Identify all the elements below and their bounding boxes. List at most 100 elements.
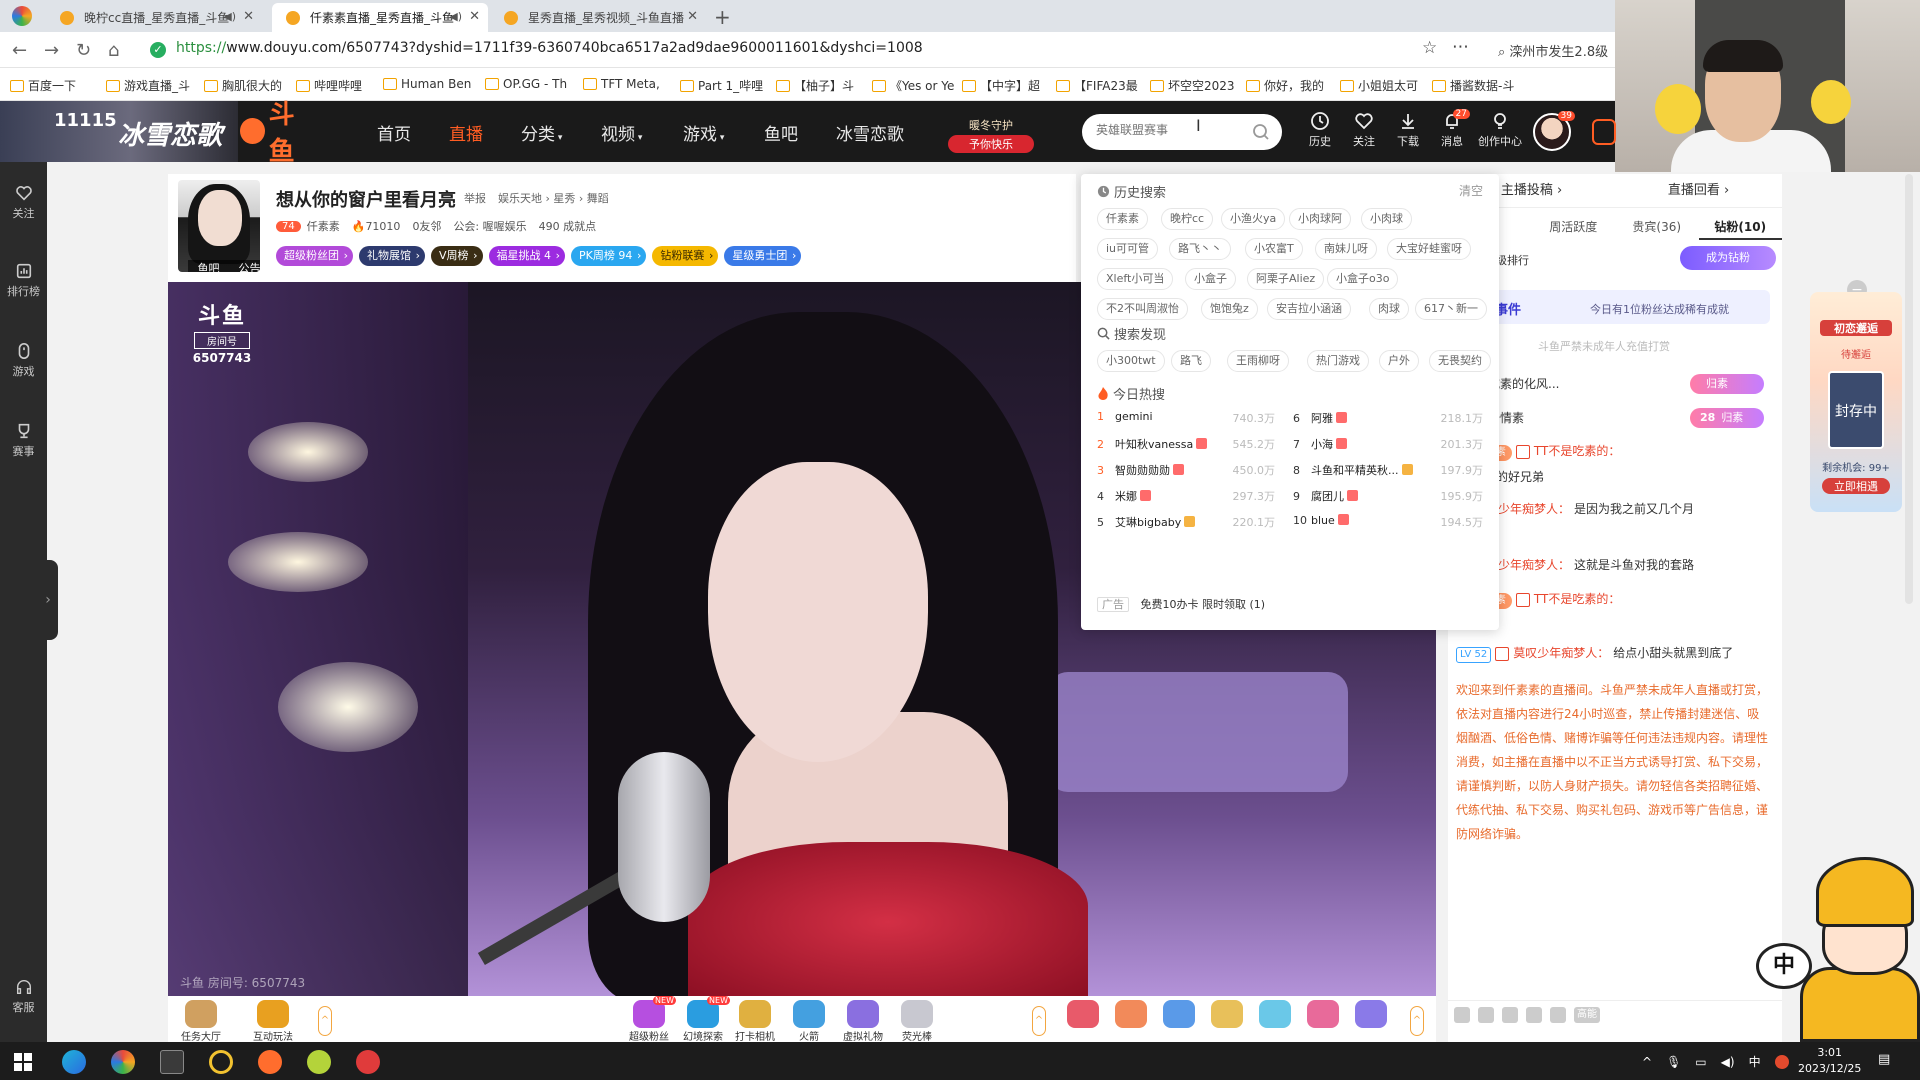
- hot-search-item[interactable]: 4 米娜 297.3万: [1097, 488, 1275, 508]
- gift-card[interactable]: [1254, 1000, 1296, 1040]
- hot-search-item[interactable]: 7 小海 201.3万: [1293, 436, 1483, 456]
- bookmark-item[interactable]: OP.GG - Th: [485, 77, 567, 91]
- meet-now-button[interactable]: 立即相遇: [1822, 478, 1890, 494]
- gift-item[interactable]: 超级粉丝团NEW: [628, 996, 676, 1058]
- chat-username[interactable]: 莫叹少年痴梦人：: [1513, 646, 1609, 660]
- reload-icon[interactable]: ↻: [76, 40, 91, 61]
- hot-search-item[interactable]: 2 叶知秋vanessa 545.2万: [1097, 436, 1275, 456]
- history-chip[interactable]: 小盒子: [1185, 268, 1236, 290]
- bookmark-item[interactable]: Part 1_哔哩: [680, 77, 763, 94]
- bookmark-item[interactable]: 坏空空2023: [1150, 77, 1235, 94]
- gift-item[interactable]: 打卡相机: [734, 1000, 776, 1043]
- page-scrollbar[interactable]: [1905, 174, 1913, 604]
- history-chip[interactable]: iu可可管: [1097, 238, 1159, 260]
- sidebar-expand-handle[interactable]: ›: [38, 560, 58, 640]
- room-badge[interactable]: 钻粉联赛: [652, 246, 719, 266]
- history-button[interactable]: 历史: [1302, 111, 1338, 149]
- event-banner[interactable]: 11115 冰雪恋歌: [0, 101, 238, 162]
- history-chip[interactable]: 小肉球: [1361, 208, 1412, 230]
- gift-card[interactable]: [1062, 1000, 1104, 1040]
- gift-item[interactable]: 虚拟礼物: [842, 1000, 884, 1043]
- fan-icon[interactable]: [1526, 1007, 1542, 1023]
- nav-fishbar[interactable]: 鱼吧: [764, 120, 798, 145]
- search-icon[interactable]: [1252, 123, 1270, 141]
- megaphone-icon[interactable]: [1478, 1007, 1494, 1023]
- gift-item[interactable]: 荧光棒: [896, 1000, 938, 1043]
- microphone-icon[interactable]: 🎙: [1666, 1055, 1681, 1069]
- browser-tab-active[interactable]: 仟素素直播_星秀直播_斗鱼 ◀) ✕: [272, 3, 488, 32]
- close-icon[interactable]: ✕: [243, 9, 254, 24]
- anchor-name[interactable]: 仟素素: [307, 218, 340, 234]
- bookmark-item[interactable]: 《Yes or Ye: [872, 77, 954, 94]
- hot-search-item[interactable]: 1 gemini 740.3万: [1097, 410, 1275, 430]
- discover-chip[interactable]: 路飞: [1171, 350, 1211, 372]
- promo-badge[interactable]: 暖冬守护 予你快乐: [948, 117, 1034, 153]
- nav-event[interactable]: 冰雪恋歌: [836, 120, 904, 145]
- badge-icon[interactable]: [1502, 1007, 1518, 1023]
- url-field[interactable]: ✓ https://www.douyu.com/6507743?dyshid=1…: [140, 40, 1430, 62]
- bookmark-item[interactable]: 【柚子】斗: [776, 77, 854, 94]
- neighbors[interactable]: 0友邻: [412, 218, 441, 234]
- history-chip[interactable]: 路飞丶丶: [1169, 238, 1231, 260]
- achievements[interactable]: 490 成就点: [539, 218, 597, 234]
- shield-icon[interactable]: [1550, 1007, 1566, 1023]
- capture-app-icon[interactable]: [160, 1050, 184, 1074]
- discover-chip[interactable]: 无畏契约: [1429, 350, 1491, 372]
- nav-video[interactable]: 视频 ▾: [601, 120, 642, 145]
- nav-category[interactable]: 分类 ▾: [521, 120, 562, 145]
- close-icon[interactable]: ✕: [687, 9, 698, 24]
- room-badge[interactable]: 星级勇士团: [724, 246, 802, 266]
- history-chip[interactable]: 不2不叫周淑怡: [1097, 298, 1188, 320]
- clock[interactable]: 3:01 2023/12/25: [1798, 1045, 1861, 1077]
- notification-icon[interactable]: ▤: [1878, 1052, 1890, 1067]
- room-badge[interactable]: 礼物展馆: [359, 246, 425, 266]
- close-icon[interactable]: ✕: [469, 9, 480, 24]
- history-chip[interactable]: 小盒子o3o: [1327, 268, 1399, 290]
- history-chip[interactable]: 阿栗子Aliez: [1247, 268, 1325, 290]
- discover-chip[interactable]: 热门游戏: [1307, 350, 1369, 372]
- network-icon[interactable]: ▭: [1695, 1055, 1706, 1069]
- rank-row[interactable]: 万仟情素 28 归素: [1454, 406, 1776, 430]
- speaker-icon[interactable]: ◀): [449, 10, 462, 23]
- hot-search-item[interactable]: 3 智勋勋勋勋 450.0万: [1097, 462, 1275, 482]
- history-chip[interactable]: 小渔火ya: [1221, 208, 1286, 230]
- discover-chip[interactable]: 王雨柳呀: [1227, 350, 1289, 372]
- history-chip[interactable]: 饱饱兔z: [1201, 298, 1258, 320]
- browser-app-icon[interactable]: [111, 1050, 135, 1074]
- history-chip[interactable]: 大宝好蛙蜜呀: [1387, 238, 1471, 260]
- gift-card[interactable]: [1206, 1000, 1248, 1040]
- obs-icon[interactable]: [209, 1050, 233, 1074]
- history-chip[interactable]: 小农富T: [1245, 238, 1303, 260]
- bookmark-item[interactable]: 百度一下: [10, 77, 76, 94]
- tab-vip[interactable]: 贵宾(36): [1615, 214, 1699, 240]
- sidebar-item-follow[interactable]: 关注: [0, 184, 47, 221]
- netease-music-icon[interactable]: [356, 1050, 380, 1074]
- douyu-app-icon[interactable]: [258, 1050, 282, 1074]
- creator-center-button[interactable]: 创作中心: [1478, 111, 1522, 149]
- chat-username[interactable]: TT不是吃素的：: [1534, 592, 1620, 606]
- douyu-logo[interactable]: 斗鱼: [240, 100, 318, 167]
- bookmark-item[interactable]: Human Ben: [383, 77, 471, 91]
- gift-scroll-arrow[interactable]: ^: [1032, 1006, 1046, 1036]
- history-chip[interactable]: 安吉拉小涵涵: [1267, 298, 1351, 320]
- chat-username[interactable]: TT不是吃素的：: [1534, 444, 1620, 458]
- bookmark-item[interactable]: 你好，我的: [1246, 77, 1324, 94]
- user-avatar[interactable]: 39: [1533, 111, 1575, 151]
- room-badge[interactable]: PK周榜 94: [571, 246, 647, 266]
- edge-icon[interactable]: [62, 1050, 86, 1074]
- browser-tab[interactable]: 晚柠cc直播_星秀直播_斗鱼 ◀) ✕: [46, 3, 262, 32]
- rank-row[interactable]: 爱吃素的化风... 归素: [1454, 372, 1776, 396]
- sidebar-item-support[interactable]: 客服: [0, 978, 47, 1015]
- new-tab-button[interactable]: +: [714, 5, 731, 29]
- anchor-avatar[interactable]: 鱼吧 公告: [178, 180, 260, 272]
- dropdown-ad[interactable]: 广告 免费10办卡 限时领取 (1): [1097, 596, 1265, 612]
- discover-chip[interactable]: 小300twt: [1097, 350, 1165, 372]
- gift-item[interactable]: 火箭: [788, 1000, 830, 1043]
- gift-item[interactable]: 幻境探索 NEW: [682, 996, 730, 1043]
- search-box[interactable]: I: [1082, 114, 1282, 150]
- lime-app-icon[interactable]: [307, 1050, 331, 1074]
- nav-home[interactable]: 首页: [377, 120, 411, 145]
- guild[interactable]: 公会: 喔喔娱乐: [453, 218, 526, 234]
- hot-search-item[interactable]: 10 blue 194.5万: [1293, 514, 1483, 534]
- high-energy-button[interactable]: 高能: [1574, 1007, 1600, 1023]
